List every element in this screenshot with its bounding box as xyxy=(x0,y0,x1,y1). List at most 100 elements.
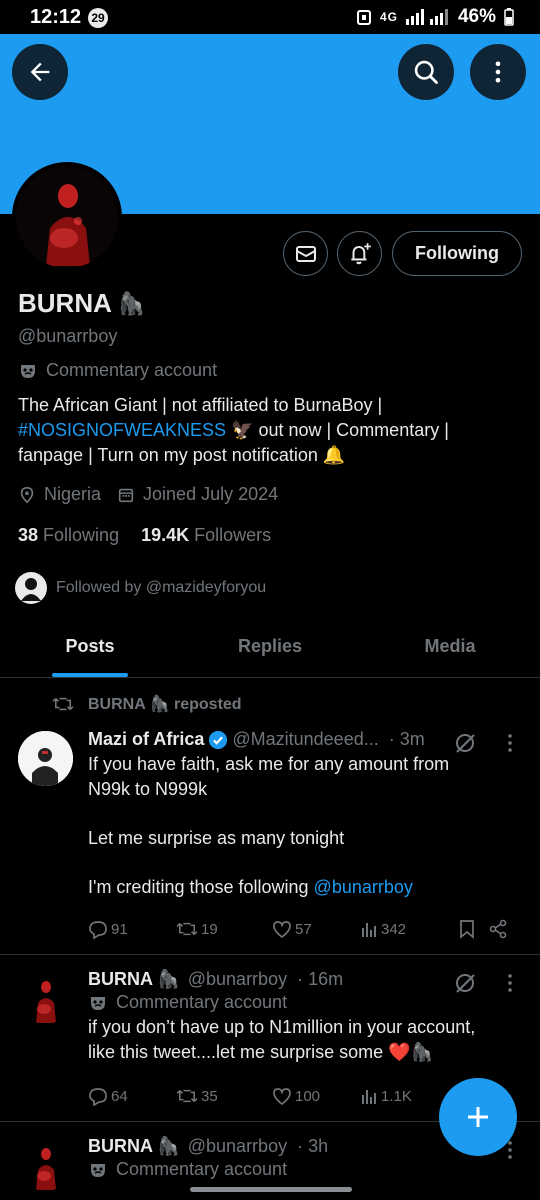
notification-count-badge: 29 xyxy=(88,8,108,28)
tweet-text-segment: I'm crediting those following xyxy=(88,877,314,897)
tweet-text: if you don’t have up to N1million in you… xyxy=(88,1015,524,1065)
joined-text: Joined July 2024 xyxy=(143,484,279,504)
tweet-more-icon[interactable] xyxy=(506,733,514,753)
tweet-more-icon[interactable] xyxy=(506,1140,514,1160)
profile-meta: Nigeria Joined July 2024 xyxy=(18,484,278,505)
reply-count: 64 xyxy=(111,1087,128,1105)
followers-label: Followers xyxy=(194,525,272,545)
grok-icon[interactable] xyxy=(454,972,476,994)
followed-by-text: Followed by @mazideyforyou xyxy=(56,579,267,596)
compose-post-button[interactable] xyxy=(439,1078,517,1156)
following-button[interactable]: Following xyxy=(392,231,522,276)
tweet-time: · 3m xyxy=(388,729,425,749)
bio-line-1: The African Giant | not affiliated to Bu… xyxy=(18,395,383,415)
tweet-actions: 91 19 57 342 xyxy=(88,919,526,939)
bio-hashtag-link[interactable]: #NOSIGNOFWEAKNESS xyxy=(18,420,226,440)
more-options-button[interactable] xyxy=(470,44,526,100)
commentary-label: Commentary account xyxy=(88,1159,524,1180)
commentary-label-text: Commentary account xyxy=(116,1159,288,1179)
bio-line-3: fanpage | Turn on my post notification 🔔 xyxy=(18,445,346,465)
repost-action[interactable]: 19 xyxy=(176,920,272,938)
search-icon xyxy=(414,60,438,84)
reply-action[interactable]: 91 xyxy=(88,919,176,939)
mask-icon xyxy=(21,364,35,378)
repost-by-text: BURNA 🦍 reposted xyxy=(88,696,242,713)
share-icon[interactable] xyxy=(488,919,508,939)
mask-icon xyxy=(91,1163,105,1177)
location-text: Nigeria xyxy=(44,484,102,504)
message-button[interactable] xyxy=(283,231,328,276)
bio-line-2: 🦅 out now | Commentary | xyxy=(226,420,449,440)
location-pin-icon xyxy=(20,486,34,503)
tweet-avatar[interactable] xyxy=(18,969,73,1024)
tweet-time: · 3h xyxy=(297,1136,329,1156)
battery-icon xyxy=(504,8,514,26)
tab-media[interactable]: Media xyxy=(360,620,540,677)
repost-icon xyxy=(176,1089,198,1103)
profile-stats: 38 Following 19.4K Followers xyxy=(18,525,271,546)
profile-avatar[interactable] xyxy=(12,162,122,272)
profile-name-text: BURNA xyxy=(18,288,112,318)
avatar-image xyxy=(16,166,118,268)
tweet-text-line: If you have faith, ask me for any amount… xyxy=(88,754,450,774)
avatar-image xyxy=(18,969,73,1024)
tweet-author-name[interactable]: BURNA 🦍 xyxy=(88,1136,180,1157)
back-button[interactable] xyxy=(12,44,68,100)
tweet-item[interactable]: BURNA 🦍 reposted Mazi of Africa @Mazitun… xyxy=(0,679,540,955)
bookmark-icon[interactable] xyxy=(458,919,476,939)
following-stat[interactable]: 38 Following xyxy=(18,525,119,546)
profile-name: BURNA 🦍 xyxy=(18,288,145,319)
status-indicators: 4G 46% xyxy=(356,6,514,28)
reply-icon xyxy=(89,921,107,939)
tweet-author-handle[interactable]: @Mazitundeeed... xyxy=(232,729,378,750)
gorilla-emoji: 🦍 xyxy=(117,290,146,316)
network-type: 4G xyxy=(379,10,398,24)
grok-icon[interactable] xyxy=(454,732,476,754)
tweet-text-line: Let me surprise as many tonight xyxy=(88,828,345,848)
envelope-icon xyxy=(295,245,316,262)
bell-plus-icon xyxy=(350,242,371,264)
tweet-author-name[interactable]: BURNA 🦍 xyxy=(88,969,180,990)
notify-button[interactable] xyxy=(337,231,382,276)
followers-count: 19.4K xyxy=(141,525,190,545)
profile-tabs: Posts Replies Media xyxy=(0,620,540,678)
tweet-more-icon[interactable] xyxy=(506,973,514,993)
tab-replies[interactable]: Replies xyxy=(180,620,360,677)
tab-posts[interactable]: Posts xyxy=(0,620,180,677)
mask-icon xyxy=(91,996,105,1010)
status-bar: 12:12 29 4G 46% xyxy=(0,0,540,34)
repost-action[interactable]: 35 xyxy=(176,1087,272,1105)
like-action[interactable]: 57 xyxy=(272,920,360,938)
battery-percent: 46% xyxy=(457,6,496,27)
home-indicator[interactable] xyxy=(190,1187,352,1192)
profile-handle: @bunarrboy xyxy=(18,326,118,346)
tweet-author-handle[interactable]: @bunarrboy xyxy=(188,969,287,990)
like-count: 57 xyxy=(295,920,312,938)
avatar-image xyxy=(18,1136,73,1191)
commentary-label: Commentary account xyxy=(18,360,217,381)
repost-count: 35 xyxy=(201,1087,218,1105)
followed-by[interactable]: Followed by @mazideyforyou xyxy=(14,571,266,605)
reply-icon xyxy=(89,1088,107,1106)
mention-link[interactable]: @bunarrboy xyxy=(314,877,413,897)
search-button[interactable] xyxy=(398,44,454,100)
tweet-author-name[interactable]: Mazi of Africa xyxy=(88,729,204,750)
followers-stat[interactable]: 19.4K Followers xyxy=(141,525,271,546)
following-label: Following xyxy=(43,525,120,545)
like-action[interactable]: 100 xyxy=(272,1087,360,1105)
tweet-author-handle[interactable]: @bunarrboy xyxy=(188,1136,287,1157)
like-count: 100 xyxy=(295,1087,321,1105)
tweet-text-line: N99k to N999k xyxy=(88,779,208,799)
tweet-text: If you have faith, ask me for any amount… xyxy=(88,752,524,900)
signal-icon xyxy=(405,9,448,25)
follower-avatar xyxy=(15,572,47,604)
commentary-label-text: Commentary account xyxy=(46,360,218,380)
avatar-image xyxy=(18,731,73,786)
reply-count: 91 xyxy=(111,920,128,938)
views-action[interactable]: 342 xyxy=(360,920,458,938)
tweet-avatar[interactable] xyxy=(18,731,73,786)
tweet-avatar[interactable] xyxy=(18,1136,73,1191)
reply-action[interactable]: 64 xyxy=(88,1086,176,1106)
tweet-text-line: like this tweet....let me surprise some … xyxy=(88,1042,433,1062)
plus-icon xyxy=(468,1107,488,1127)
